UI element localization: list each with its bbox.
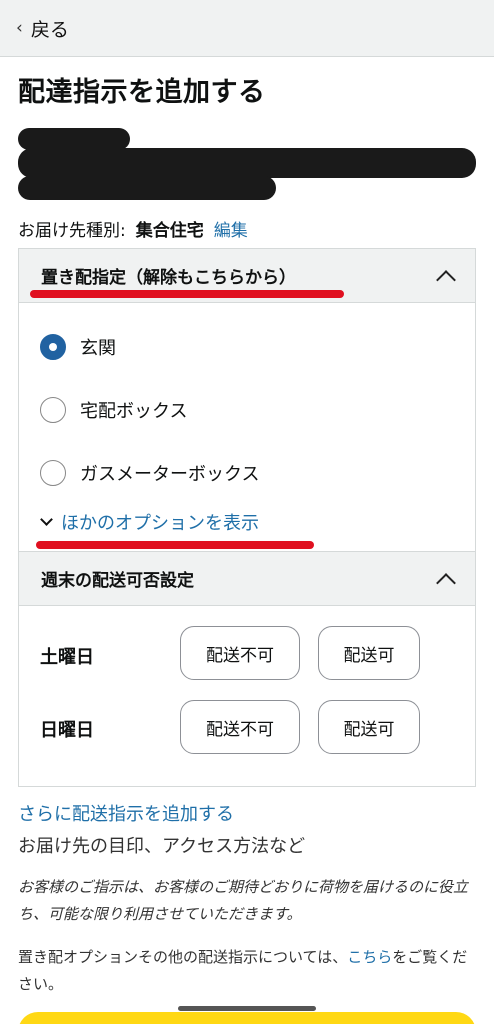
top-nav-bar: ‹ 戻る	[0, 0, 494, 57]
sunday-label: 日曜日	[40, 720, 94, 741]
dropoff-option-label: 玄関	[80, 338, 116, 359]
redacted-address-line-3	[18, 176, 276, 200]
back-button[interactable]: ‹ 戻る	[16, 15, 69, 42]
instructions-usage-note: お客様のご指示は、お客様のご期待どおりに荷物を届けるのに役立ち、可能な限り利用さ…	[18, 878, 469, 923]
dropoff-panel-title: 置き配指定（解除もこちらから）	[41, 268, 296, 288]
weekend-panel-header[interactable]: 週末の配送可否設定	[19, 552, 475, 606]
redacted-address-line-2	[18, 148, 476, 178]
saturday-no-delivery-button[interactable]: 配送不可	[180, 626, 300, 680]
sunday-no-delivery-button[interactable]: 配送不可	[180, 700, 300, 754]
chevron-left-icon: ‹	[16, 18, 23, 38]
destination-type-label: お届け先種別:	[18, 221, 126, 241]
chevron-up-icon	[436, 572, 456, 593]
dropoff-info-note: 置き配オプションその他の配送指示については、こちらをご覧ください。	[18, 944, 478, 998]
destination-type-row: お届け先種別: 集合住宅 編集	[18, 216, 248, 241]
dropoff-option-gas-meter-box[interactable]: ガスメーターボックス	[40, 460, 259, 486]
saturday-delivery-ok-button[interactable]: 配送可	[318, 626, 420, 680]
weekend-panel-title: 週末の配送可否設定	[41, 571, 194, 591]
chevron-up-icon	[436, 269, 456, 290]
dropoff-option-delivery-box[interactable]: 宅配ボックス	[40, 397, 187, 423]
add-more-instructions-subtext: お届け先の目印、アクセス方法など	[18, 836, 306, 857]
primary-action-button[interactable]	[18, 1012, 476, 1024]
back-label: 戻る	[30, 18, 69, 41]
home-indicator	[178, 1006, 316, 1011]
add-more-instructions-link[interactable]: さらに配送指示を追加する	[18, 800, 234, 826]
dropoff-option-label: ガスメーターボックス	[80, 464, 260, 485]
info-here-link[interactable]: こちら	[347, 948, 392, 966]
red-annotation-underline	[30, 290, 344, 298]
destination-type-value: 集合住宅	[135, 221, 204, 241]
info-note-prefix: 置き配オプションその他の配送指示については、	[18, 948, 348, 966]
red-annotation-underline	[36, 541, 314, 549]
show-more-options-link[interactable]: ほかのオプションを表示	[40, 509, 259, 535]
radio-button[interactable]	[40, 460, 66, 486]
dropoff-option-label: 宅配ボックス	[80, 401, 188, 422]
page-title: 配達指示を追加する	[18, 77, 266, 108]
edit-destination-link[interactable]: 編集	[214, 216, 248, 241]
chevron-down-icon	[40, 513, 53, 526]
redacted-address-line-1	[18, 128, 130, 150]
saturday-label: 土曜日	[40, 647, 94, 668]
dropoff-option-entrance[interactable]: 玄関	[40, 334, 116, 360]
show-more-options-label: ほかのオプションを表示	[61, 513, 259, 534]
radio-button[interactable]	[40, 397, 66, 423]
sunday-delivery-ok-button[interactable]: 配送可	[318, 700, 420, 754]
radio-button-checked[interactable]	[40, 334, 66, 360]
